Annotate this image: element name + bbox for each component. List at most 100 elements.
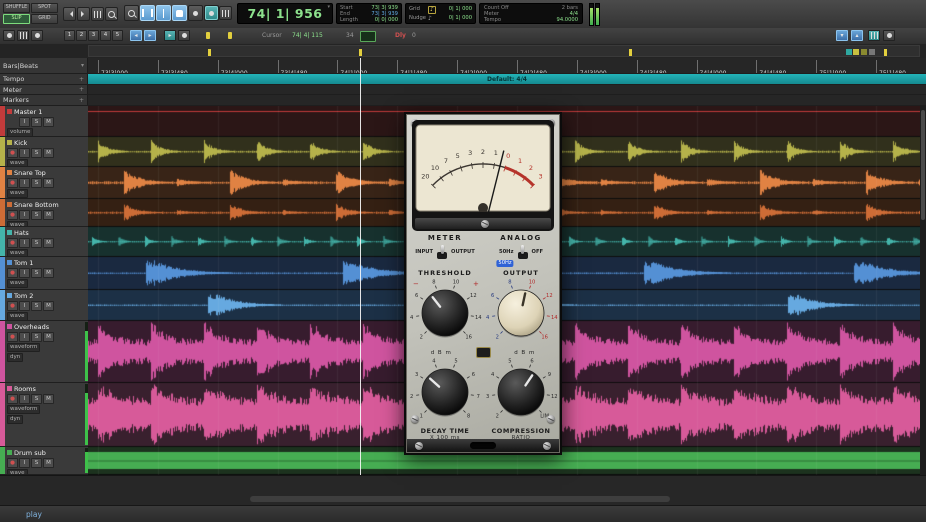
grid-display-button[interactable]: ▾ xyxy=(836,30,848,41)
record-enable-button[interactable]: ● xyxy=(7,238,18,248)
input-monitor-button[interactable]: I xyxy=(19,332,30,342)
nudge-back-button[interactable]: ◂ xyxy=(130,30,142,41)
marker-flag[interactable] xyxy=(884,49,887,56)
solo-button[interactable]: S xyxy=(31,394,42,404)
link-timeline-button[interactable] xyxy=(205,6,218,20)
mute-button[interactable]: M xyxy=(43,210,54,220)
session-setup-button[interactable] xyxy=(868,30,880,41)
track-view-selector[interactable]: waveform xyxy=(7,343,40,352)
nudge-value[interactable]: 0| 1| 000 xyxy=(449,14,472,23)
track-name[interactable]: Snare Bottom xyxy=(14,201,59,209)
edit-mode-button[interactable]: SHUFFLE xyxy=(3,3,30,13)
input-monitor-button[interactable]: I xyxy=(19,268,30,278)
track-header[interactable]: Kick ● I S M wave xyxy=(0,137,88,167)
add-meter-icon[interactable]: + xyxy=(79,86,84,93)
vertical-scrollbar[interactable] xyxy=(920,106,926,475)
mute-button[interactable]: M xyxy=(43,268,54,278)
track-name-row[interactable]: Master 1 xyxy=(7,107,86,116)
input-monitor-button[interactable]: I xyxy=(19,394,30,404)
solo-button[interactable]: S xyxy=(31,301,42,311)
memory-location-button[interactable]: 3 xyxy=(88,30,99,41)
tempo-value[interactable]: 94.0000 xyxy=(557,17,578,23)
universe-strip[interactable] xyxy=(0,44,926,59)
solo-button[interactable]: S xyxy=(31,458,42,468)
solo-button[interactable]: S xyxy=(31,210,42,220)
track-name[interactable]: Tom 2 xyxy=(14,292,33,300)
track-name[interactable]: Tom 1 xyxy=(14,259,33,267)
grid-value[interactable]: 0| 1| 000 xyxy=(449,5,472,14)
memory-location-button[interactable]: 2 xyxy=(76,30,87,41)
tempo-ruler-header[interactable]: Tempo + xyxy=(0,74,88,84)
input-monitor-button[interactable]: I xyxy=(19,117,30,127)
track-name[interactable]: Master 1 xyxy=(14,108,42,116)
track-header[interactable]: Overheads ● I S M waveform dyn xyxy=(0,321,88,383)
mute-button[interactable]: M xyxy=(43,238,54,248)
track-view-selector[interactable]: wave xyxy=(7,312,28,321)
track-header[interactable]: Rooms ● I S M waveform dyn xyxy=(0,383,88,447)
marker-flag[interactable] xyxy=(629,49,632,56)
mirrored-midi-button[interactable] xyxy=(31,30,43,41)
input-monitor-button[interactable]: I xyxy=(19,238,30,248)
track-name[interactable]: Overheads xyxy=(14,323,49,331)
main-counter-value[interactable]: 74| 1| 956 xyxy=(238,4,332,23)
meter-ruler-header[interactable]: Meter + xyxy=(0,85,88,94)
compressor-plugin-window[interactable]: 2010753210123 METER ANALOG INPUT OUTPUT … xyxy=(404,112,562,455)
mute-button[interactable]: M xyxy=(43,178,54,188)
track-view-selector-2[interactable]: dyn xyxy=(7,353,23,362)
decay-time-knob[interactable]: 12345678 xyxy=(408,356,482,426)
input-monitor-button[interactable]: I xyxy=(19,178,30,188)
edit-mode-button[interactable]: SLIP xyxy=(3,14,30,24)
edit-mode-button[interactable]: SPOT xyxy=(31,3,58,13)
track-name[interactable]: Snare Top xyxy=(14,169,46,177)
input-monitor-button[interactable]: I xyxy=(19,458,30,468)
scrubber-tool-button[interactable] xyxy=(188,5,203,21)
add-marker-icon[interactable]: + xyxy=(79,97,84,104)
track-view-selector[interactable]: wave xyxy=(7,249,28,257)
grabber-tool-button[interactable] xyxy=(172,5,187,21)
timeline-insertion-button[interactable] xyxy=(3,30,15,41)
track-name[interactable]: Hats xyxy=(14,229,29,237)
track-name[interactable]: Rooms xyxy=(14,385,36,393)
grid-note-icon[interactable]: ♪ xyxy=(428,6,436,14)
solo-button[interactable]: S xyxy=(31,268,42,278)
counter-dropdown-icon[interactable]: ▾ xyxy=(327,4,330,10)
track-header[interactable]: Master 1 ● I S M volume xyxy=(0,106,88,137)
solo-button[interactable]: S xyxy=(31,148,42,158)
bars-beats-ruler-header[interactable]: Bars|Beats ▾ xyxy=(0,58,88,73)
nudge-note-icon[interactable]: ♪ xyxy=(428,14,432,23)
solo-button[interactable]: S xyxy=(31,238,42,248)
track-view-selector[interactable]: waveform xyxy=(7,405,40,414)
record-enable-button[interactable]: ● xyxy=(7,332,18,342)
solo-button[interactable]: S xyxy=(31,178,42,188)
record-enable-button[interactable]: ● xyxy=(7,210,18,220)
zoom-tool-button[interactable] xyxy=(105,7,118,21)
nudge-display-button[interactable]: ▴ xyxy=(851,30,863,41)
mute-button[interactable]: M xyxy=(43,117,54,127)
track-view-selector[interactable]: volume xyxy=(7,128,33,137)
input-monitor-button[interactable]: I xyxy=(19,148,30,158)
tempo-ruler-body[interactable]: Default: 4/4 xyxy=(88,74,926,84)
track-name-row[interactable]: Overheads xyxy=(7,322,86,331)
track-view-selector[interactable]: wave xyxy=(7,279,28,288)
solo-button[interactable]: S xyxy=(31,332,42,342)
track-name-row[interactable]: Tom 2 xyxy=(7,291,86,300)
meter-ruler[interactable]: Meter + xyxy=(0,85,926,95)
sidechain-filter-toggle[interactable] xyxy=(516,245,530,260)
bars-beats-ruler[interactable]: Bars|Beats ▾ 73|3|00073|3|48073|4|00073|… xyxy=(0,58,926,74)
track-header[interactable]: Drum sub ● I S M wave xyxy=(0,447,88,475)
input-monitor-button[interactable]: I xyxy=(19,210,30,220)
mute-button[interactable]: M xyxy=(43,301,54,311)
record-enable-button[interactable]: ● xyxy=(7,394,18,404)
track-header[interactable]: Tom 1 ● I S M wave xyxy=(0,257,88,290)
record-enable-button[interactable]: ● xyxy=(7,268,18,278)
add-tempo-icon[interactable]: + xyxy=(79,76,84,83)
zoom-out-button[interactable] xyxy=(63,7,76,21)
mute-button[interactable]: M xyxy=(43,394,54,404)
record-enable-button[interactable]: ● xyxy=(7,301,18,311)
markers-ruler[interactable]: Markers + xyxy=(0,95,926,106)
play-selection-button[interactable]: ▸ xyxy=(164,30,176,41)
loop-playback-button[interactable] xyxy=(178,30,190,41)
track-header[interactable]: Snare Top ● I S M wave xyxy=(0,167,88,199)
track-name-row[interactable]: Snare Top xyxy=(7,168,86,177)
link-track-button[interactable] xyxy=(219,6,232,20)
